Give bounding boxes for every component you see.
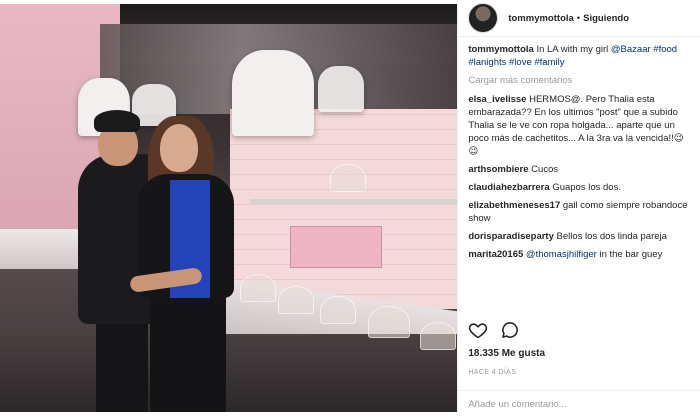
photo-shelf — [250, 199, 458, 205]
header-username[interactable]: tommymottola — [508, 12, 573, 25]
header-separator: • — [576, 12, 581, 24]
comment-username[interactable]: arthsombiere — [468, 164, 528, 175]
photo-person-man-cap — [94, 110, 140, 132]
add-comment-input[interactable] — [458, 391, 699, 418]
post-photo[interactable] — [0, 4, 458, 412]
photo-glass-dome — [240, 274, 276, 302]
photo-glass-dome — [278, 286, 314, 314]
comment-text: in the bar guey — [596, 249, 663, 260]
photo-lamp — [318, 66, 364, 112]
comment-username[interactable]: marita20165 — [468, 249, 523, 260]
list-item: dorisparadiseparty Bellos los dos linda … — [468, 230, 690, 243]
caption: tommymottola In LA with my girl @Bazaar … — [468, 43, 690, 69]
photo-glass-dome — [320, 296, 356, 324]
add-comment-bar — [458, 390, 700, 418]
photo-person-man — [96, 314, 148, 412]
list-item: marita20165 @thomasjhilfiger in the bar … — [468, 248, 690, 261]
photo-glass-dome — [420, 322, 456, 350]
photo-glass-dome — [330, 164, 366, 192]
caption-mention-link[interactable]: @Bazaar — [611, 44, 651, 55]
post-actions — [468, 320, 520, 340]
list-item: claudiahezbarrera Guapos los dos. — [468, 181, 690, 194]
avatar[interactable] — [468, 3, 499, 33]
photo-cake-box — [290, 226, 382, 268]
photo-person-woman — [150, 296, 226, 412]
comment-username[interactable]: claudiahezbarrera — [468, 182, 549, 193]
photo-person-woman-head — [160, 124, 198, 172]
photo-floor — [0, 334, 458, 412]
follow-status-button[interactable]: Siguiendo — [583, 12, 629, 25]
caption-username[interactable]: tommymottola — [468, 44, 533, 55]
comments-list: tommymottola In LA with my girl @Bazaar … — [458, 37, 700, 261]
comment-username[interactable]: elsa_ivelisse — [468, 94, 526, 105]
comment-text: Bellos los dos linda pareja — [556, 231, 667, 242]
photo-lamp — [232, 50, 314, 136]
post-sidebar: tommymottola • Siguiendo tommymottola In… — [457, 0, 700, 418]
post-header: tommymottola • Siguiendo — [458, 0, 700, 37]
comment-text: Cucos — [531, 164, 559, 175]
post-timestamp: HACE 4 DÍAS — [468, 369, 517, 376]
comment-username[interactable]: elizabethmeneses17 — [468, 200, 560, 211]
list-item: elsa_ivelisse HERMOS@. Pero Thalia esta … — [468, 93, 690, 158]
instagram-post: tommymottola • Siguiendo tommymottola In… — [0, 0, 700, 418]
comment-bubble-icon[interactable] — [500, 320, 520, 340]
list-item: elizabethmeneses17 gail como siempre rob… — [468, 199, 690, 225]
comment-username[interactable]: dorisparadiseparty — [468, 231, 554, 242]
comment-mention-link[interactable]: @thomasjhilfiger — [526, 249, 597, 260]
caption-text: In LA with my girl — [536, 44, 611, 55]
photo-glass-dome — [368, 306, 410, 338]
likes-count[interactable]: 18.335 Me gusta — [468, 347, 545, 360]
list-item: arthsombiere Cucos — [468, 163, 690, 176]
comment-text: Guapos los dos. — [552, 182, 621, 193]
load-more-comments-button[interactable]: Cargar más comentarios — [468, 74, 690, 87]
heart-icon[interactable] — [468, 320, 488, 340]
